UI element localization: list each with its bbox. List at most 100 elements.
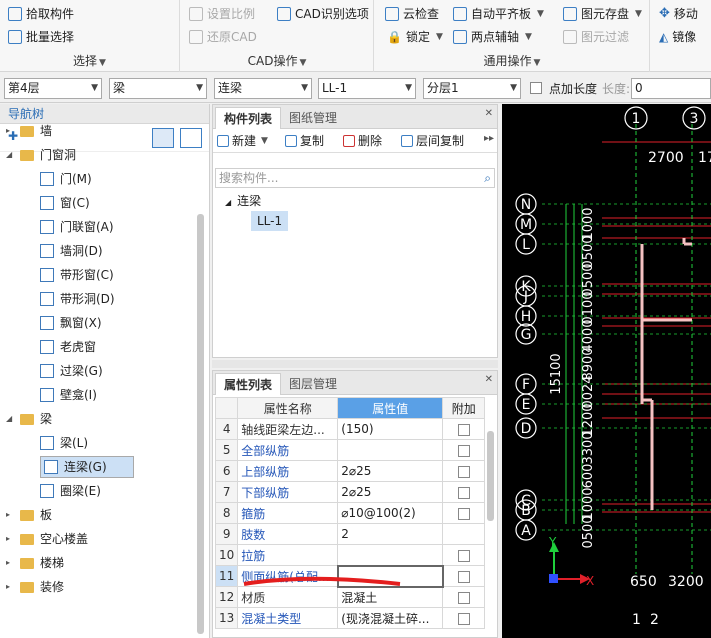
tree-item-7[interactable]: 带形洞(D) xyxy=(40,288,123,310)
tree-item-8[interactable]: 飘窗(X) xyxy=(40,312,110,334)
floor-select[interactable]: 第4层 ▼ xyxy=(4,78,102,99)
property-tabs: 属性列表 图层管理 ✕ xyxy=(213,371,497,395)
row-number: 11 xyxy=(214,565,239,587)
tree-item-3[interactable]: 窗(C) xyxy=(40,192,98,214)
property-value[interactable] xyxy=(337,544,444,566)
two-point-axis-button[interactable]: 两点辅轴 ▼ xyxy=(453,27,532,47)
batch-select-button[interactable]: 批量选择 xyxy=(8,27,74,47)
restore-icon xyxy=(189,30,203,44)
cad-canvas[interactable]: 13270017NMLKJHGFEDCBA1510010000500050001… xyxy=(502,104,711,638)
floor-copy-button[interactable]: 层间复制 xyxy=(401,132,464,150)
subtype-select[interactable]: 连梁 ▼ xyxy=(214,78,312,99)
tree-item-15[interactable]: 圈梁(E) xyxy=(40,480,109,502)
property-row[interactable]: 7 下部纵筋 2⌀25 xyxy=(214,481,486,503)
close-icon[interactable]: ✕ xyxy=(485,374,493,385)
property-row[interactable]: 10 拉筋 xyxy=(214,544,486,566)
property-row[interactable]: 4 轴线距梁左边... (150) xyxy=(214,418,486,440)
detail-view-icon[interactable] xyxy=(180,128,202,148)
tree-item-10[interactable]: 过梁(G) xyxy=(40,360,111,382)
property-value[interactable]: ⌀10@100(2) xyxy=(337,502,444,524)
property-value[interactable]: 2⌀25 xyxy=(337,481,444,503)
append-checkbox[interactable] xyxy=(457,549,470,562)
point-length-checkbox[interactable] xyxy=(530,82,542,94)
cad-options-button[interactable]: CAD识别选项 xyxy=(277,4,369,24)
tree-item-14[interactable]: 连梁(G) xyxy=(40,456,134,478)
append-checkbox[interactable] xyxy=(457,591,470,604)
panel-splitter[interactable] xyxy=(212,360,498,368)
tree-node-ll1[interactable]: LL-1 xyxy=(251,211,289,231)
property-value[interactable]: (现浇混凝土碎... xyxy=(337,607,444,629)
type-select[interactable]: 梁 ▼ xyxy=(109,78,207,99)
filter-button[interactable]: 图元过滤 xyxy=(563,27,629,47)
delete-button[interactable]: 删除 xyxy=(343,132,382,150)
row-number: 4 xyxy=(214,418,239,440)
property-row[interactable]: 13 混凝土类型 (现浇混凝土碎... xyxy=(214,607,486,629)
tab-drawing-manage[interactable]: 图纸管理 xyxy=(281,107,345,129)
property-value[interactable]: 2⌀25 xyxy=(337,460,444,482)
lock-button[interactable]: 🔒 锁定 ▼ xyxy=(387,27,443,47)
new-button[interactable]: 新建 ▼ xyxy=(217,132,268,150)
set-scale-button[interactable]: 设置比例 xyxy=(189,4,255,24)
tab-property-list[interactable]: 属性列表 xyxy=(215,373,282,395)
tree-item-16[interactable]: ▸ 板 xyxy=(6,504,52,526)
property-row[interactable]: 6 上部纵筋 2⌀25 xyxy=(214,460,486,482)
auto-align-button[interactable]: 自动平齐板 ▼ xyxy=(453,4,544,24)
tab-layer-manage[interactable]: 图层管理 xyxy=(281,373,345,395)
property-value[interactable]: (150) xyxy=(337,418,444,440)
append-cell xyxy=(442,439,486,461)
property-name: 下部纵筋 xyxy=(237,481,339,503)
property-row[interactable]: 5 全部纵筋 xyxy=(214,439,486,461)
row-number: 7 xyxy=(214,481,239,503)
tree-item-17[interactable]: ▸ 空心楼盖 xyxy=(6,528,88,550)
property-scrollbar[interactable] xyxy=(487,431,494,521)
append-checkbox[interactable] xyxy=(457,612,470,625)
tree-item-1[interactable]: ◢ 门窗洞 xyxy=(6,144,76,166)
property-row[interactable]: 8 箍筋 ⌀10@100(2) xyxy=(214,502,486,524)
pick-component-button[interactable]: 拾取构件 xyxy=(8,4,74,24)
store-button[interactable]: 图元存盘 ▼ xyxy=(563,4,642,24)
tree-item-12[interactable]: ◢ 梁 xyxy=(6,408,52,430)
collapse-icon[interactable]: ◢ xyxy=(6,408,14,430)
close-icon[interactable]: ✕ xyxy=(485,108,493,119)
more-icon[interactable]: ▸▸ xyxy=(484,133,494,144)
nav-scrollbar[interactable] xyxy=(197,214,204,634)
tree-item-6[interactable]: 带形窗(C) xyxy=(40,264,122,286)
component-select[interactable]: LL-1 ▼ xyxy=(318,78,416,99)
cloud-check-button[interactable]: 云检查 xyxy=(385,4,439,24)
move-button[interactable]: ✥ 移动 xyxy=(659,4,698,24)
expand-icon[interactable]: ▸ xyxy=(6,120,14,142)
mirror-button[interactable]: ◭ 镜像 xyxy=(659,27,696,47)
tree-node-parent[interactable]: ◢ 连梁 xyxy=(225,191,261,211)
tree-item-18[interactable]: ▸ 楼梯 xyxy=(6,552,64,574)
property-value[interactable]: 2 xyxy=(337,523,444,545)
copy-button[interactable]: 复制 xyxy=(285,132,324,150)
tree-item-0[interactable]: ▸ 墙 xyxy=(6,120,52,142)
tree-item-19[interactable]: ▸ 装修 xyxy=(6,576,64,598)
expand-icon[interactable]: ▸ xyxy=(6,528,14,550)
component-toolbar: 新建 ▼ 复制 删除 层间复制 ▸▸ xyxy=(213,129,497,153)
append-checkbox[interactable] xyxy=(457,486,470,499)
list-view-icon[interactable] xyxy=(152,128,174,148)
property-value[interactable] xyxy=(337,439,444,461)
expand-icon[interactable]: ▸ xyxy=(6,504,14,526)
append-checkbox[interactable] xyxy=(457,507,470,520)
tree-item-5[interactable]: 墙洞(D) xyxy=(40,240,111,262)
append-checkbox[interactable] xyxy=(457,465,470,478)
component-search-input[interactable]: 搜索构件... ⌕ xyxy=(215,168,495,188)
restore-cad-button[interactable]: 还原CAD xyxy=(189,27,257,47)
property-row[interactable]: 9 肢数 2 xyxy=(214,523,486,545)
append-checkbox[interactable] xyxy=(457,444,470,457)
tab-component-list[interactable]: 构件列表 xyxy=(215,107,282,129)
layer-select[interactable]: 分层1 ▼ xyxy=(423,78,521,99)
length-input[interactable]: 0 xyxy=(631,78,711,99)
append-checkbox[interactable] xyxy=(457,423,470,436)
expand-icon[interactable]: ▸ xyxy=(6,552,14,574)
expand-icon[interactable]: ▸ xyxy=(6,576,14,598)
tree-item-9[interactable]: 老虎窗 xyxy=(40,336,104,358)
tree-item-4[interactable]: 门联窗(A) xyxy=(40,216,122,238)
append-checkbox[interactable] xyxy=(458,570,471,583)
tree-item-11[interactable]: 壁龛(I) xyxy=(40,384,105,406)
collapse-icon[interactable]: ◢ xyxy=(6,144,14,166)
tree-item-13[interactable]: 梁(L) xyxy=(40,432,96,454)
tree-item-2[interactable]: 门(M) xyxy=(40,168,100,190)
